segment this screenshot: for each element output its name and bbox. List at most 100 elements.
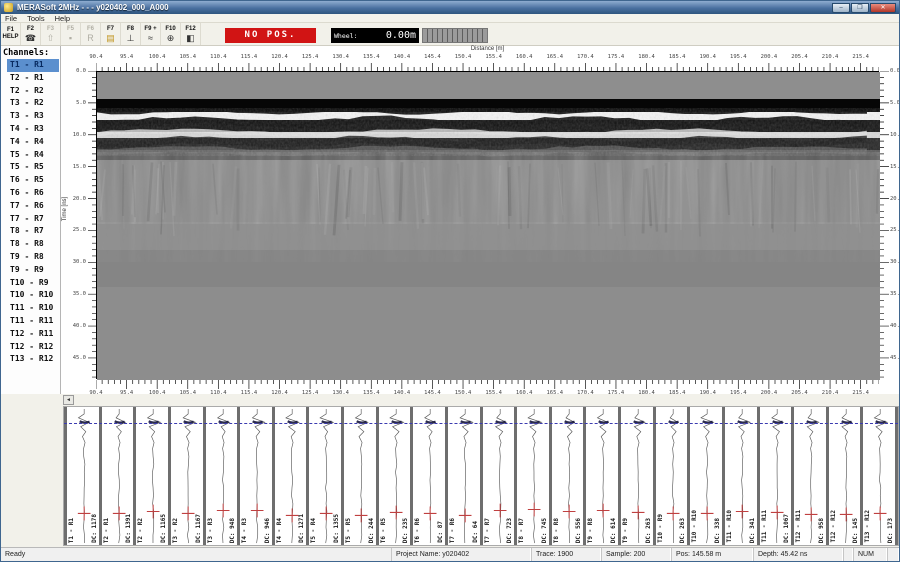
- trace-cell[interactable]: T2 - R1 DC: 1391: [98, 407, 134, 545]
- trace-cell[interactable]: T4 - R4 DC: 1271: [271, 407, 307, 545]
- trace-channel-label: T3 - R3: [206, 517, 214, 543]
- toolbar-button-f1[interactable]: F1 HELP: [1, 23, 21, 45]
- channel-item[interactable]: T2 - R1: [1, 72, 60, 85]
- trace-dc-label: DC: 958: [817, 517, 825, 543]
- distance-tick-label: 105.4: [179, 390, 197, 396]
- status-panel-empty: [843, 548, 853, 561]
- channel-item[interactable]: T3 - R3: [1, 110, 60, 123]
- minimize-button[interactable]: –: [832, 2, 850, 13]
- channel-item[interactable]: T6 - R6: [1, 187, 60, 200]
- trace-channel-label: T9 - R8: [587, 517, 595, 543]
- trace-channel-label: T10 - R10: [691, 510, 699, 543]
- maximize-button[interactable]: ❐: [851, 2, 869, 13]
- channel-item[interactable]: T6 - R5: [1, 174, 60, 187]
- trace-dc-label: DC: 244: [367, 517, 375, 543]
- distance-axis-bottom: [96, 380, 879, 389]
- trace-cell[interactable]: T3 - R2 DC: 1167: [167, 407, 203, 545]
- distance-tick-label: 195.4: [730, 54, 747, 60]
- trace-cell[interactable]: T5 - R4 DC: 1355: [306, 407, 341, 545]
- trace-cell[interactable]: T6 - R6 DC: 87: [410, 407, 445, 545]
- toolbar-button-f9[interactable]: F9 + ≈: [141, 23, 161, 45]
- trace-cell[interactable]: T7 - R6 DC: 64: [444, 407, 480, 545]
- status-bar: Ready Project Name: y020402 Trace: 1900 Sa…: [1, 547, 899, 561]
- trace-channel-label: T12 - R12: [829, 510, 837, 543]
- radargram-plot[interactable]: [96, 71, 880, 380]
- distance-tick-label: 110.4: [210, 54, 227, 60]
- channel-item[interactable]: T4 - R4: [1, 136, 60, 149]
- toolbar-button-f5: F5 ▪: [61, 23, 81, 45]
- wheel-value: 0.00m: [385, 30, 416, 41]
- contrast-icon: ◧: [186, 32, 195, 43]
- time-tick-label: 40.0: [890, 323, 900, 330]
- trace-scroll-left-button[interactable]: ◄: [63, 395, 74, 405]
- trace-cell[interactable]: T9 - R8 DC: 614: [583, 407, 618, 545]
- trace-cell[interactable]: T10 - R10 DC: 338: [687, 407, 722, 545]
- trace-cell[interactable]: T5 - R5 DC: 244: [341, 407, 376, 545]
- distance-tick-label: 155.4: [485, 390, 502, 396]
- distance-tick-label: 90.4: [89, 54, 103, 60]
- trace-channel-label: T9 - R9: [622, 517, 629, 543]
- trace-cell[interactable]: T4 - R3 DC: 946: [237, 407, 272, 545]
- trace-cell[interactable]: T11 - R10 DC: 341: [721, 407, 757, 545]
- status-panel-empty: [887, 548, 899, 561]
- menu-file[interactable]: File: [5, 14, 17, 23]
- channel-item[interactable]: T11 - R11: [1, 315, 60, 328]
- channel-item[interactable]: T9 - R8: [1, 251, 60, 264]
- probe-hook-icon: ☎: [24, 32, 37, 43]
- menu-help[interactable]: Help: [55, 14, 70, 23]
- menu-bar: File Tools Help: [1, 14, 899, 23]
- trace-cell[interactable]: T6 - R5 DC: 235: [375, 407, 411, 545]
- channel-item[interactable]: T1 - R1: [7, 59, 59, 72]
- trace-cell[interactable]: T3 - R3 DC: 948: [202, 407, 238, 545]
- channel-item[interactable]: T5 - R5: [1, 161, 60, 174]
- status-panels: Project Name: y020402 Trace: 1900 Sample: …: [391, 548, 899, 561]
- channel-item[interactable]: T7 - R7: [1, 213, 60, 226]
- status-panel: Trace: 1900: [531, 548, 601, 561]
- channel-list: T1 - R1 T2 - R1 T2 - R2 T3 - R2 T3 - R3 T4 - …: [1, 59, 60, 366]
- time-tick-label: 0.0: [76, 68, 86, 74]
- menu-tools[interactable]: Tools: [27, 14, 45, 23]
- channel-item[interactable]: T4 - R3: [1, 123, 60, 136]
- trace-cell[interactable]: T8 - R8 DC: 556: [548, 407, 584, 545]
- trace-cell[interactable]: T2 - R2 DC: 1165: [133, 407, 168, 545]
- toolbar-button-f12[interactable]: F12 ◧: [181, 23, 201, 45]
- trace-cell[interactable]: T8 - R7 DC: 745: [514, 407, 549, 545]
- toolbar-button-f7[interactable]: F7 ▤: [101, 23, 121, 45]
- distance-tick-label: 120.4: [271, 390, 288, 396]
- toolbar-button-f10[interactable]: F10 ⊕: [161, 23, 181, 45]
- trace-cell[interactable]: T11 - R11 DC: 1067: [756, 407, 792, 545]
- trace-channel-label: T7 - R7: [483, 517, 491, 543]
- trace-cell[interactable]: T9 - R9 DC: 263: [618, 407, 653, 545]
- channel-item[interactable]: T12 - R12: [1, 341, 60, 354]
- channel-item[interactable]: T10 - R10: [1, 289, 60, 302]
- trace-dc-label: DC: 145: [852, 517, 860, 543]
- trace-channel-label: T13 - R12: [864, 510, 872, 543]
- trace-cell[interactable]: T10 - R9 DC: 263: [652, 407, 688, 545]
- trace-cell[interactable]: T12 - R11 DC: 958: [791, 407, 826, 545]
- channel-item[interactable]: T8 - R8: [1, 238, 60, 251]
- channel-item[interactable]: T7 - R6: [1, 200, 60, 213]
- distance-tick-label: 115.4: [240, 54, 258, 60]
- channel-item[interactable]: T13 - R12: [1, 353, 60, 366]
- channel-item[interactable]: T11 - R10: [1, 302, 60, 315]
- trace-dc-label: DC: 946: [263, 517, 271, 543]
- channel-item[interactable]: T12 - R11: [1, 328, 60, 341]
- toolbar-button-f2[interactable]: F2 ☎: [21, 23, 41, 45]
- trace-cell[interactable]: T1 - R1 DC: 1178: [64, 407, 99, 545]
- trace-cell[interactable]: T12 - R12 DC: 145: [825, 407, 861, 545]
- channel-item[interactable]: T9 - R9: [1, 264, 60, 277]
- distance-tick-label: 105.4: [179, 54, 197, 60]
- channel-item[interactable]: T5 - R4: [1, 149, 60, 162]
- channel-item[interactable]: T8 - R7: [1, 225, 60, 238]
- distance-tick-label: 180.4: [638, 390, 655, 396]
- trace-dc-label: DC: 235: [402, 517, 410, 543]
- trace-cell[interactable]: T13 - R12 DC: 173: [860, 407, 898, 545]
- distance-tick-label: 110.4: [210, 390, 227, 396]
- close-button[interactable]: ✕: [870, 2, 896, 13]
- distance-tick-label: 210.4: [821, 54, 839, 60]
- channel-item[interactable]: T10 - R9: [1, 277, 60, 290]
- trace-cell[interactable]: T7 - R7 DC: 723: [479, 407, 515, 545]
- channel-item[interactable]: T3 - R2: [1, 97, 60, 110]
- channel-item[interactable]: T2 - R2: [1, 85, 60, 98]
- toolbar-button-f8[interactable]: F8 ⊥: [121, 23, 141, 45]
